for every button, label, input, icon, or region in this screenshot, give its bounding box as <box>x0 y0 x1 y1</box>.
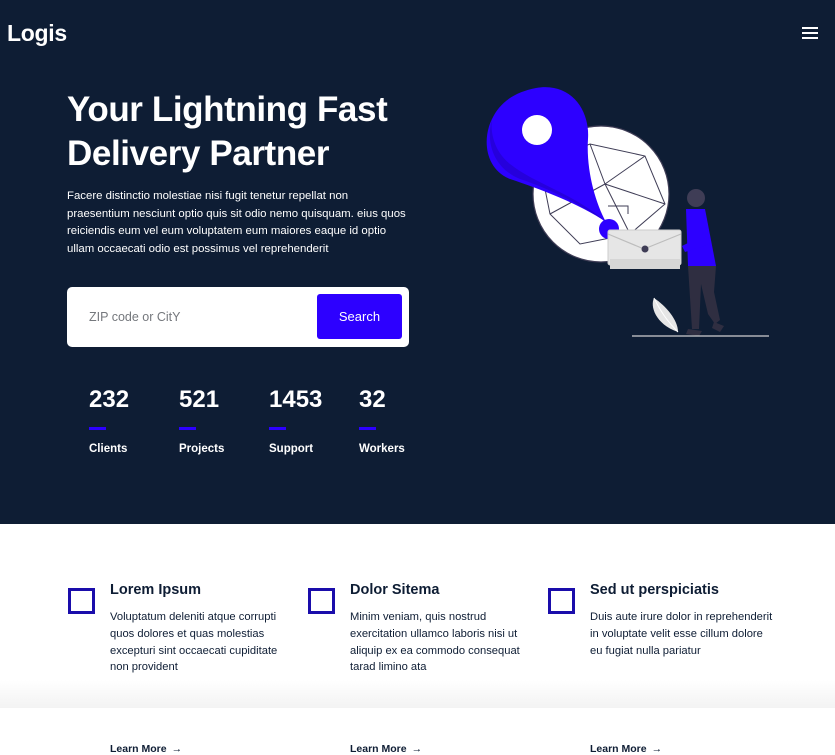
stat-divider <box>89 427 106 430</box>
package-icon <box>607 229 682 269</box>
arrow-right-icon: → <box>171 743 183 755</box>
learn-more-link[interactable]: Learn More → <box>110 743 182 755</box>
stat-divider <box>359 427 376 430</box>
feature-text: Voluptatum deleniti atque corrupti quos … <box>110 611 278 674</box>
square-outline-icon <box>308 588 335 614</box>
feature-text: Duis aute irure dolor in reprehenderit i… <box>590 611 773 657</box>
learn-more-link[interactable]: Learn More → <box>590 743 662 755</box>
menu-toggle-button[interactable] <box>802 27 818 41</box>
stat-projects: 521 Projects <box>179 386 224 455</box>
hero-title: Your Lightning Fast Delivery Partner <box>67 90 388 173</box>
square-outline-icon <box>548 588 575 614</box>
hero-section: Logis Your Lightning Fast Delivery Partn… <box>0 0 835 524</box>
features-section: Lorem Ipsum Voluptatum deleniti atque co… <box>0 524 835 755</box>
stat-number: 232 <box>89 386 130 413</box>
learn-more-label: Learn More <box>350 743 407 755</box>
stat-workers: 32 Workers <box>359 386 405 455</box>
arrow-right-icon: → <box>651 743 663 755</box>
hamburger-icon <box>802 27 818 29</box>
square-outline-icon <box>68 588 95 614</box>
plant-icon <box>652 297 679 333</box>
search-form: Search <box>67 287 409 347</box>
stat-number: 521 <box>179 386 220 413</box>
feature-title: Lorem Ipsum <box>110 582 202 598</box>
stat-label: Support <box>269 443 314 455</box>
stat-support: 1453 Support <box>269 386 322 455</box>
learn-more-label: Learn More <box>590 743 647 755</box>
stat-label: Clients <box>89 443 128 455</box>
site-logo[interactable]: Logis <box>7 20 67 47</box>
feature-title: Sed ut perspiciatis <box>590 582 719 598</box>
stat-clients: 232 Clients <box>89 386 129 455</box>
learn-more-link[interactable]: Learn More → <box>350 743 422 755</box>
stat-number: 1453 <box>269 386 323 413</box>
learn-more-label: Learn More <box>110 743 167 755</box>
delivery-person-icon <box>682 189 724 336</box>
search-input[interactable] <box>77 295 307 339</box>
arrow-right-icon: → <box>411 743 423 755</box>
stat-divider <box>179 427 196 430</box>
feature-title: Dolor Sitema <box>350 582 440 598</box>
search-button[interactable]: Search <box>317 294 402 339</box>
delivery-illustration <box>486 87 769 337</box>
stat-divider <box>269 427 286 430</box>
feature-text: Minim veniam, quis nostrud exercitation … <box>350 611 520 674</box>
stat-label: Workers <box>359 443 405 455</box>
stat-number: 32 <box>359 386 386 413</box>
stat-label: Projects <box>179 443 225 455</box>
hero-description: Facere distinctio molestiae nisi fugit t… <box>67 190 406 255</box>
